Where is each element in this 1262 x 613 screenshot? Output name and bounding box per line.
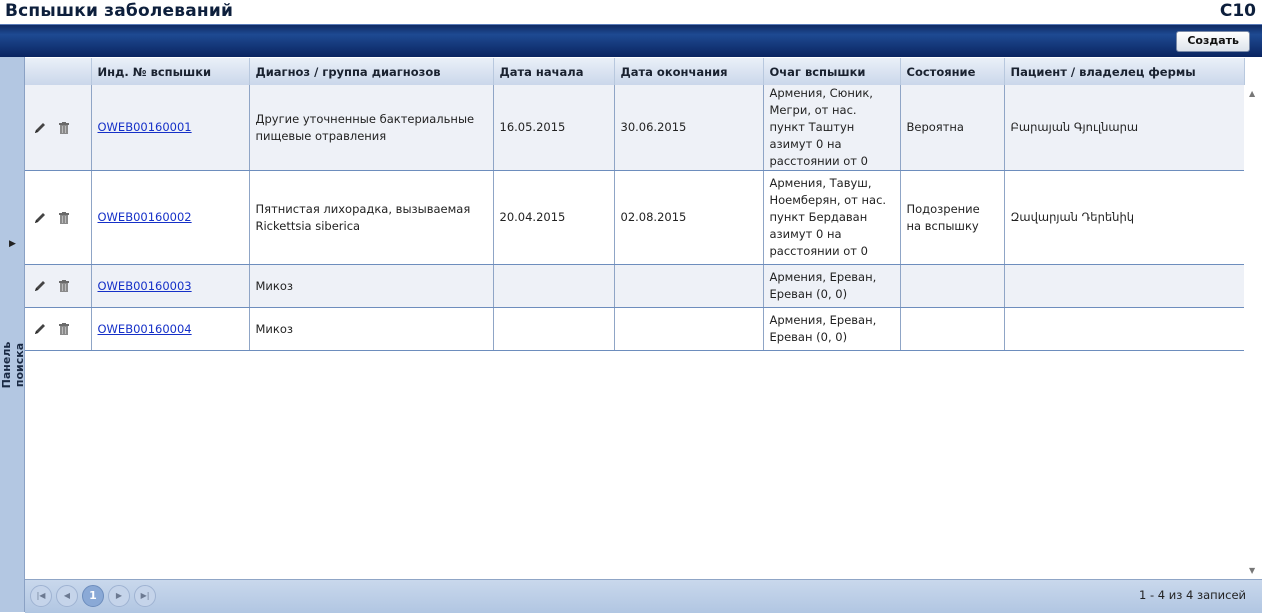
prev-page-icon[interactable]: ◀ [56, 585, 78, 607]
outbreak-id-link[interactable]: OWEB00160001 [98, 120, 192, 134]
pencil-icon[interactable] [33, 279, 47, 293]
diagnosis-cell: Пятнистая лихорадка, вызываемая Ricketts… [249, 170, 494, 265]
end-date-cell [614, 264, 764, 308]
vertical-scrollbar[interactable]: ▲ ▼ [1244, 85, 1262, 578]
diagnosis-cell: Микоз [249, 264, 494, 308]
column-header-start-date[interactable]: Дата начала [493, 58, 615, 86]
column-header-status[interactable]: Состояние [900, 58, 1005, 86]
end-date-cell: 30.06.2015 [614, 85, 764, 171]
outbreak-id-link[interactable]: OWEB00160003 [98, 279, 192, 293]
page-code: C10 [1219, 1, 1256, 21]
row-actions [25, 170, 92, 265]
trash-icon[interactable] [57, 121, 71, 135]
next-page-icon[interactable]: ▶ [108, 585, 130, 607]
row-actions [25, 307, 92, 351]
status-cell [900, 264, 1005, 308]
scroll-down-icon[interactable]: ▼ [1249, 566, 1255, 575]
pagination-bar: |◀ ◀ 1 ▶ ▶| 1 - 4 из 4 записей [25, 579, 1262, 613]
patient-cell: Զավարյան Դերենիկ [1004, 170, 1245, 265]
start-date-cell [493, 264, 615, 308]
trash-icon[interactable] [57, 211, 71, 225]
trash-icon[interactable] [57, 279, 71, 293]
scroll-up-icon[interactable]: ▲ [1249, 89, 1255, 98]
grid-body: OWEB00160001 Другие уточненные бактериал… [25, 85, 1245, 351]
column-header-diagnosis[interactable]: Диагноз / группа диагнозов [249, 58, 494, 86]
search-panel-toggle[interactable]: ▶ Панель поиска [0, 57, 26, 612]
status-cell: Вероятна [900, 85, 1005, 171]
diagnosis-cell: Другие уточненные бактериальные пищевые … [249, 85, 494, 171]
table-row: OWEB00160003 Микоз Армения, Ереван, Ерев… [25, 264, 1245, 308]
pencil-icon[interactable] [33, 121, 47, 135]
grid-header: Инд. № вспышки Диагноз / группа диагнозо… [25, 58, 1245, 86]
start-date-cell: 20.04.2015 [493, 170, 615, 265]
create-button[interactable]: Создать [1176, 31, 1250, 52]
location-cell: Армения, Ереван, Ереван (0, 0) [763, 307, 901, 351]
column-header-end-date[interactable]: Дата окончания [614, 58, 764, 86]
row-actions [25, 264, 92, 308]
diagnosis-cell: Микоз [249, 307, 494, 351]
column-header-outbreak-id[interactable]: Инд. № вспышки [91, 58, 250, 86]
location-cell: Армения, Тавуш, Ноемберян, от нас. пункт… [763, 170, 901, 265]
row-actions [25, 85, 92, 171]
pencil-icon[interactable] [33, 211, 47, 225]
last-page-icon[interactable]: ▶| [134, 585, 156, 607]
column-header-patient[interactable]: Пациент / владелец фермы [1004, 58, 1245, 86]
outbreak-id-link[interactable]: OWEB00160002 [98, 210, 192, 224]
status-cell: Подозрение на вспышку [900, 170, 1005, 265]
table-row: OWEB00160004 Микоз Армения, Ереван, Ерев… [25, 307, 1245, 351]
status-cell [900, 307, 1005, 351]
start-date-cell [493, 307, 615, 351]
location-cell: Армения, Сюник, Мегри, от нас. пункт Таш… [763, 85, 901, 171]
pencil-icon[interactable] [33, 322, 47, 336]
column-header-actions [25, 58, 92, 86]
outbreaks-grid: Инд. № вспышки Диагноз / группа диагнозо… [25, 58, 1262, 578]
trash-icon[interactable] [57, 322, 71, 336]
end-date-cell [614, 307, 764, 351]
toolbar: Создать [0, 24, 1262, 57]
table-row: OWEB00160002 Пятнистая лихорадка, вызыва… [25, 170, 1245, 265]
title-bar: Вспышки заболеваний C10 [0, 0, 1262, 24]
location-cell: Армения, Ереван, Ереван (0, 0) [763, 264, 901, 308]
start-date-cell: 16.05.2015 [493, 85, 615, 171]
patient-cell [1004, 264, 1245, 308]
page-number-button[interactable]: 1 [82, 585, 104, 607]
patient-cell [1004, 307, 1245, 351]
expand-arrow-icon: ▶ [9, 239, 16, 249]
outbreak-id-link[interactable]: OWEB00160004 [98, 322, 192, 336]
patient-cell: Բարայան Գյուլնարա [1004, 85, 1245, 171]
page-title: Вспышки заболеваний [5, 1, 234, 21]
records-count: 1 - 4 из 4 записей [1139, 588, 1246, 602]
table-row: OWEB00160001 Другие уточненные бактериал… [25, 85, 1245, 171]
first-page-icon[interactable]: |◀ [30, 585, 52, 607]
search-panel-label: Панель поиска [0, 341, 26, 389]
column-header-location[interactable]: Очаг вспышки [763, 58, 901, 86]
end-date-cell: 02.08.2015 [614, 170, 764, 265]
